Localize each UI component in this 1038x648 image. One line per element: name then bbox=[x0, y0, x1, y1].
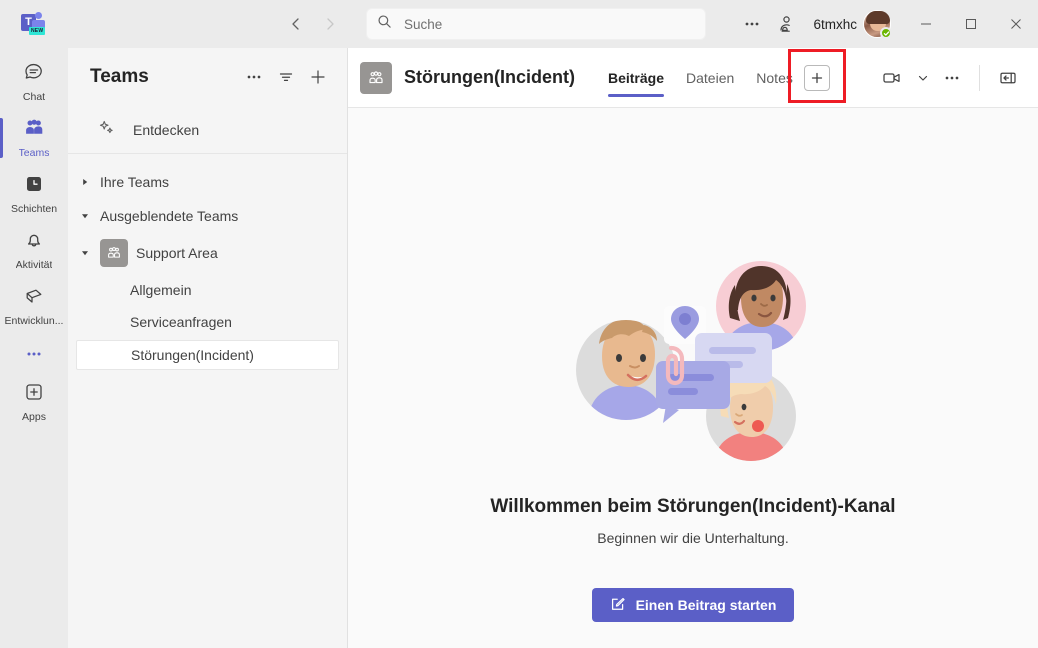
teams-icon bbox=[23, 117, 45, 144]
channel-header: Störungen(Incident) Beiträge Dateien Not… bbox=[348, 48, 1038, 108]
channel-more-options-icon[interactable] bbox=[937, 62, 967, 94]
meet-chevron-down-icon[interactable] bbox=[911, 62, 935, 94]
teams-window: T NEW Suche 6tmxhc Chat Teams Schichten … bbox=[0, 0, 1038, 648]
tab-label: Beiträge bbox=[607, 69, 665, 86]
titlebar-right: 6tmxhc bbox=[735, 0, 1038, 48]
user-name: 6tmxhc bbox=[813, 16, 857, 32]
add-team-icon[interactable] bbox=[303, 62, 333, 92]
search-input[interactable] bbox=[404, 16, 695, 32]
group-ausgeblendete-teams[interactable]: Ausgeblendete Teams bbox=[68, 200, 347, 232]
chevron-right-icon bbox=[78, 177, 92, 187]
tab-dateien[interactable]: Dateien bbox=[675, 48, 745, 108]
sidebar-item-label: Entwicklun... bbox=[4, 315, 64, 327]
sidebar-item-label: Chat bbox=[22, 91, 46, 103]
teams-logo-head bbox=[35, 12, 42, 19]
discover-item[interactable]: Entdecken bbox=[68, 106, 347, 154]
teams-tree: Ihre Teams Ausgeblendete Teams Support A… bbox=[68, 154, 347, 648]
minimize-button[interactable] bbox=[903, 0, 948, 48]
channel-tabs: Beiträge Dateien Notes bbox=[597, 48, 846, 108]
sidebar-item-chat[interactable]: Chat bbox=[0, 54, 68, 110]
back-button[interactable] bbox=[280, 8, 312, 40]
welcome-illustration bbox=[558, 248, 828, 468]
channel-allgemein[interactable]: Allgemein bbox=[68, 276, 339, 304]
welcome-area: Willkommen beim Störungen(Incident)-Kana… bbox=[348, 108, 1038, 648]
sidebar-item-aktivitaet[interactable]: Aktivität bbox=[0, 222, 68, 278]
sidebar-item-apps[interactable]: Apps bbox=[0, 374, 68, 430]
presence-available-icon bbox=[880, 27, 892, 39]
group-label: Ihre Teams bbox=[100, 174, 169, 190]
team-support-area[interactable]: Support Area bbox=[68, 234, 347, 272]
maximize-button[interactable] bbox=[948, 0, 993, 48]
window-controls bbox=[903, 0, 1038, 48]
teams-panel: Teams Entdecken Ihre Teams Ausgeblendete… bbox=[68, 48, 348, 648]
welcome-subtitle: Beginnen wir die Unterhaltung. bbox=[597, 530, 789, 546]
discover-label: Entdecken bbox=[133, 121, 200, 138]
developer-icon bbox=[23, 285, 45, 312]
app-rail: Chat Teams Schichten Aktivität Entwicklu… bbox=[0, 48, 68, 648]
bell-icon bbox=[23, 229, 45, 256]
title-bar: T NEW Suche 6tmxhc bbox=[0, 0, 1038, 48]
search-bar[interactable] bbox=[366, 8, 706, 40]
sparkle-icon bbox=[98, 119, 115, 141]
page-title: Teams bbox=[90, 66, 149, 87]
channel-header-actions bbox=[875, 62, 1024, 94]
chat-icon bbox=[23, 61, 45, 88]
main-content: Störungen(Incident) Beiträge Dateien Not… bbox=[348, 48, 1038, 648]
chevron-down-icon bbox=[78, 211, 92, 221]
app-body: Chat Teams Schichten Aktivität Entwicklu… bbox=[0, 48, 1038, 648]
sidebar-item-entwicklung[interactable]: Entwicklun... bbox=[0, 278, 68, 334]
compose-icon bbox=[610, 596, 626, 615]
more-apps-button[interactable] bbox=[0, 334, 68, 374]
header-divider bbox=[979, 64, 980, 91]
tab-notes[interactable]: Notes bbox=[745, 48, 804, 108]
channel-label: Allgemein bbox=[130, 282, 192, 298]
teams-more-options-icon[interactable] bbox=[239, 62, 269, 92]
tab-label: Dateien bbox=[686, 69, 735, 86]
team-chevron-down-icon[interactable] bbox=[78, 248, 92, 258]
sidebar-item-teams[interactable]: Teams bbox=[0, 110, 68, 166]
channel-label: Serviceanfragen bbox=[130, 314, 232, 330]
more-options-icon[interactable] bbox=[735, 8, 769, 40]
start-post-button[interactable]: Einen Beitrag starten bbox=[591, 588, 795, 622]
group-ihre-teams[interactable]: Ihre Teams bbox=[68, 166, 347, 198]
channel-team-avatar-icon bbox=[360, 61, 392, 94]
search-icon bbox=[377, 14, 392, 34]
channel-title: Störungen(Incident) bbox=[404, 67, 575, 87]
tab-beitraege[interactable]: Beiträge bbox=[597, 48, 675, 108]
avatar[interactable] bbox=[863, 10, 892, 39]
add-tab-wrapper bbox=[787, 48, 846, 103]
open-panel-icon[interactable] bbox=[992, 62, 1024, 94]
team-avatar-icon bbox=[100, 239, 128, 267]
shifts-icon bbox=[23, 173, 45, 200]
teams-logo-icon: T NEW bbox=[21, 11, 47, 37]
welcome-title: Willkommen beim Störungen(Incident)-Kana… bbox=[490, 496, 896, 517]
sidebar-item-label: Schichten bbox=[10, 203, 58, 215]
forward-button[interactable] bbox=[314, 8, 346, 40]
channel-stoerungen-incident[interactable]: Störungen(Incident) bbox=[76, 340, 339, 370]
meet-camera-icon[interactable] bbox=[875, 62, 909, 94]
sidebar-item-label: Aktivität bbox=[15, 259, 53, 271]
sidebar-item-schichten[interactable]: Schichten bbox=[0, 166, 68, 222]
plus-box-icon bbox=[23, 381, 45, 408]
start-post-label: Einen Beitrag starten bbox=[635, 597, 777, 613]
channel-label: Störungen(Incident) bbox=[131, 347, 254, 363]
app-logo: T NEW bbox=[0, 11, 68, 37]
notification-person-icon[interactable] bbox=[769, 8, 803, 40]
channel-serviceanfragen[interactable]: Serviceanfragen bbox=[68, 308, 339, 336]
add-tab-button[interactable] bbox=[803, 64, 830, 91]
teams-panel-actions bbox=[239, 62, 333, 92]
sidebar-item-label: Teams bbox=[18, 147, 50, 159]
close-button[interactable] bbox=[993, 0, 1038, 48]
filter-icon[interactable] bbox=[271, 62, 301, 92]
tab-label: Notes bbox=[756, 69, 793, 86]
team-name: Support Area bbox=[136, 245, 218, 261]
sidebar-item-label: Apps bbox=[22, 411, 46, 423]
navigation-buttons bbox=[280, 8, 346, 40]
new-badge: NEW bbox=[29, 27, 46, 35]
group-label: Ausgeblendete Teams bbox=[100, 208, 239, 224]
teams-panel-header: Teams bbox=[68, 48, 347, 106]
